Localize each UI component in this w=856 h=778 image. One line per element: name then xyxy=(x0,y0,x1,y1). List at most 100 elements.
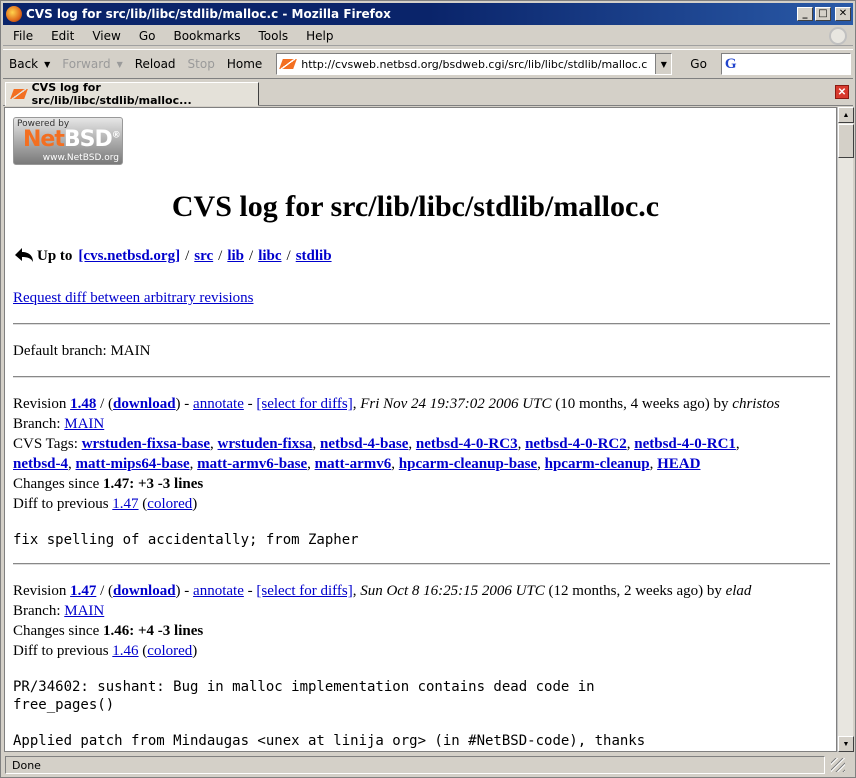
tag-link[interactable]: wrstuden-fixsa xyxy=(218,436,313,452)
revision-author: elad xyxy=(725,583,752,599)
title-bar: CVS log for src/lib/libc/stdlib/malloc.c… xyxy=(3,3,853,25)
tag-link[interactable]: netbsd-4 xyxy=(13,456,68,472)
menu-tools[interactable]: Tools xyxy=(249,29,297,43)
tag-link[interactable]: hpcarm-cleanup-base xyxy=(399,456,537,472)
up-to-label: Up to xyxy=(37,247,73,264)
maximize-button[interactable]: □ xyxy=(815,7,831,21)
revision-age: (12 months, 2 weeks ago) by xyxy=(548,583,722,599)
branch-link[interactable]: MAIN xyxy=(64,416,104,432)
download-link[interactable]: download xyxy=(113,583,176,599)
tag-link[interactable]: netbsd-4-0-RC1 xyxy=(634,436,736,452)
window-title: CVS log for src/lib/libc/stdlib/malloc.c… xyxy=(26,7,391,21)
url-bar[interactable]: http://cvsweb.netbsd.org/bsdweb.cgi/src/… xyxy=(276,53,673,75)
revision-link[interactable]: 1.47 xyxy=(70,583,96,599)
commit-message: fix spelling of accidentally; from Zaphe… xyxy=(13,532,359,548)
google-search-icon[interactable]: G xyxy=(725,56,737,73)
tag-link[interactable]: netbsd-4-base xyxy=(320,436,408,452)
tab-bar: CVS log for src/lib/libc/stdlib/malloc..… xyxy=(3,80,853,107)
branch-link[interactable]: MAIN xyxy=(64,603,104,619)
crumb-lib-link[interactable]: lib xyxy=(227,248,244,265)
revision-date: Sun Oct 8 16:25:15 2006 UTC xyxy=(360,583,545,599)
revision-author: christos xyxy=(732,396,780,412)
request-diff-link[interactable]: Request diff between arbitrary revisions xyxy=(13,290,253,307)
divider xyxy=(13,376,830,378)
cvs-tags-line: netbsd-4, matt-mips64-base, matt-armv6-b… xyxy=(13,456,701,472)
go-button[interactable]: Go xyxy=(682,52,715,76)
annotate-link[interactable]: annotate xyxy=(193,396,244,412)
firefox-icon xyxy=(6,6,22,22)
revision-date: Fri Nov 24 19:37:02 2006 UTC xyxy=(360,396,552,412)
tab-active[interactable]: CVS log for src/lib/libc/stdlib/malloc..… xyxy=(5,81,259,107)
revision-link[interactable]: 1.48 xyxy=(70,396,96,412)
commit-message-line: Applied patch from Mindaugas <unex at li… xyxy=(13,733,646,749)
throbber-icon xyxy=(829,27,847,45)
browser-window: CVS log for src/lib/libc/stdlib/malloc.c… xyxy=(0,0,856,778)
scroll-down-icon[interactable]: ▼ xyxy=(838,736,854,752)
logo-reg: ® xyxy=(111,130,121,141)
navigation-toolbar: Back ▼ Forward ▼ Reload Stop Home http://c… xyxy=(3,49,853,79)
tag-link[interactable]: matt-armv6-base xyxy=(197,456,307,472)
logo-name: NetBSD® xyxy=(23,127,121,152)
tag-link[interactable]: netbsd-4-0-RC3 xyxy=(416,436,518,452)
changes-count: +4 -3 lines xyxy=(137,623,204,639)
page-content: Powered by NetBSD® www.NetBSD.org CVS lo… xyxy=(4,107,837,752)
changes-label: Changes since xyxy=(13,476,100,492)
stop-button[interactable]: Stop xyxy=(182,52,221,76)
tag-link[interactable]: netbsd-4-0-RC2 xyxy=(525,436,627,452)
menu-go[interactable]: Go xyxy=(129,29,164,43)
crumb-stdlib-link[interactable]: stdlib xyxy=(296,248,332,265)
resize-grip-icon[interactable] xyxy=(831,758,845,772)
netbsd-logo[interactable]: Powered by NetBSD® www.NetBSD.org xyxy=(13,117,123,165)
select-for-diffs-link[interactable]: [select for diffs] xyxy=(256,583,352,599)
revision-label: Revision xyxy=(13,396,67,412)
tag-link[interactable]: matt-armv6 xyxy=(315,456,392,472)
crumb-src-link[interactable]: src xyxy=(194,248,213,265)
select-for-diffs-link[interactable]: [select for diffs] xyxy=(256,396,352,412)
tag-link[interactable]: wrstuden-fixsa-base xyxy=(82,436,210,452)
tag-link[interactable]: matt-mips64-base xyxy=(76,456,190,472)
status-text: Done xyxy=(5,756,825,774)
menu-bookmarks[interactable]: Bookmarks xyxy=(163,29,248,43)
forward-button[interactable]: Forward ▼ xyxy=(56,52,128,76)
diff-colored-link[interactable]: colored xyxy=(147,496,192,512)
reload-button[interactable]: Reload xyxy=(129,52,182,76)
back-dropdown-icon[interactable]: ▼ xyxy=(44,60,50,69)
crumb-root-link[interactable]: [cvs.netbsd.org] xyxy=(78,248,180,265)
tag-link[interactable]: HEAD xyxy=(657,456,700,472)
menu-bar: File Edit View Go Bookmarks Tools Help xyxy=(3,26,853,46)
minimize-button[interactable]: _ xyxy=(797,7,813,21)
crumb-libc-link[interactable]: libc xyxy=(258,248,281,265)
back-button[interactable]: Back ▼ xyxy=(3,52,56,76)
diff-previous-link[interactable]: 1.46 xyxy=(112,643,138,659)
diff-previous-link[interactable]: 1.47 xyxy=(112,496,138,512)
back-label: Back xyxy=(9,57,39,71)
changes-count: +3 -3 lines xyxy=(137,476,204,492)
diff-label: Diff to previous xyxy=(13,643,109,659)
changes-rev: 1.46: xyxy=(102,623,135,639)
diff-colored-link[interactable]: colored xyxy=(147,643,192,659)
close-window-button[interactable]: ✕ xyxy=(835,7,851,21)
menu-edit[interactable]: Edit xyxy=(41,29,82,43)
home-button[interactable]: Home xyxy=(221,52,268,76)
url-history-dropdown-icon[interactable]: ▼ xyxy=(655,54,672,74)
scrollbar-thumb[interactable] xyxy=(838,124,854,158)
cvs-tags-line: CVS Tags: wrstuden-fixsa-base, wrstuden-… xyxy=(13,436,740,452)
download-link[interactable]: download xyxy=(113,396,176,412)
forward-dropdown-icon[interactable]: ▼ xyxy=(117,60,123,69)
scroll-up-icon[interactable]: ▲ xyxy=(838,107,854,123)
default-branch-text: Default branch: MAIN xyxy=(13,343,151,359)
changes-rev: 1.47: xyxy=(102,476,135,492)
tag-link[interactable]: hpcarm-cleanup xyxy=(545,456,650,472)
url-text[interactable]: http://cvsweb.netbsd.org/bsdweb.cgi/src/… xyxy=(301,58,655,71)
divider xyxy=(13,323,830,325)
close-tab-icon[interactable]: ✕ xyxy=(835,85,849,99)
menu-file[interactable]: File xyxy=(3,29,41,43)
commit-message-line: free_pages() xyxy=(13,697,115,713)
menu-help[interactable]: Help xyxy=(296,29,341,43)
search-box[interactable]: G xyxy=(720,53,851,75)
vertical-scrollbar[interactable]: ▲ ▼ xyxy=(837,107,854,752)
tab-favicon-icon xyxy=(10,89,28,99)
annotate-link[interactable]: annotate xyxy=(193,583,244,599)
forward-label: Forward xyxy=(62,57,111,71)
menu-view[interactable]: View xyxy=(82,29,128,43)
